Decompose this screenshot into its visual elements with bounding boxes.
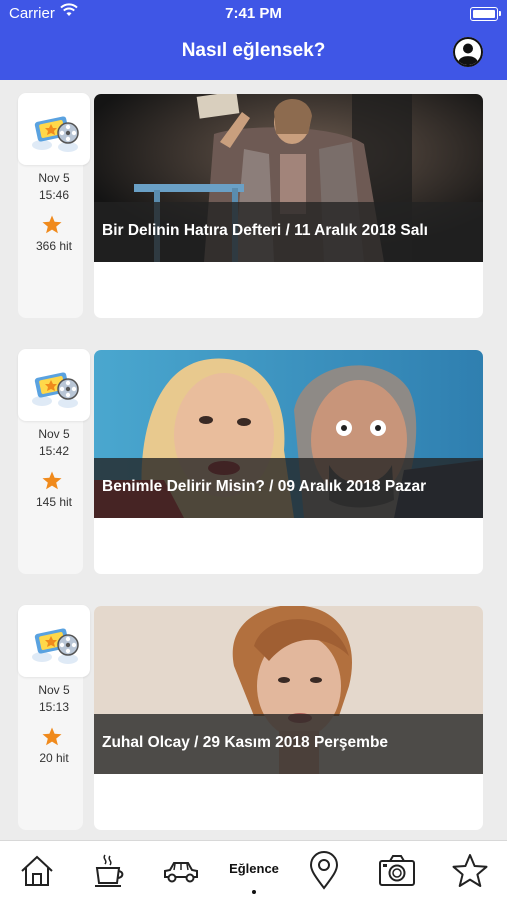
- event-meta: Nov 5 15:42 145 hit: [18, 349, 90, 574]
- star-icon: [42, 215, 62, 234]
- cinema-ticket-icon: [32, 116, 79, 152]
- top-bar: Carrier 7:41 PM Nasıl eğlensek?: [0, 0, 507, 80]
- event-meta: Nov 5 15:46 366 hit: [18, 93, 90, 318]
- hit-count: 20 hit: [39, 751, 69, 765]
- coffee-icon: [95, 854, 124, 887]
- event-title: Zuhal Olcay / 29 Kasım 2018 Perşembe: [102, 734, 389, 751]
- home-icon: [21, 855, 53, 886]
- event-date: Nov 5 15:13: [38, 683, 70, 714]
- star-icon: [452, 854, 488, 887]
- category-thumbnail: [18, 349, 90, 421]
- car-icon: [164, 862, 198, 883]
- hit-count: 145 hit: [35, 495, 73, 509]
- clock: 7:41 PM: [225, 5, 282, 22]
- star-icon: [42, 471, 62, 490]
- active-tab-indicator: [252, 890, 256, 894]
- event-card[interactable]: Nov 5 15:42 145 hit Benimle Delirir Misi…: [14, 349, 484, 576]
- bottom-tab-bar: Eğlence: [0, 840, 507, 901]
- event-content[interactable]: Benimle Delirir Misin? / 09 Aralık 2018 …: [94, 350, 483, 574]
- event-caption: Bir Delinin Hatıra Defteri / 11 Aralık 2…: [94, 202, 483, 262]
- battery-icon: [470, 7, 501, 21]
- tab-home[interactable]: [17, 851, 61, 891]
- event-content[interactable]: Zuhal Olcay / 29 Kasım 2018 Perşembe: [94, 606, 483, 830]
- profile-icon[interactable]: [453, 37, 483, 67]
- event-meta: Nov 5 15:13 20 hit: [18, 605, 90, 830]
- event-date: Nov 5 15:42: [38, 427, 70, 458]
- event-title: Bir Delinin Hatıra Defteri / 11 Aralık 2…: [102, 222, 428, 239]
- page-title: Nasıl eğlensek?: [181, 40, 326, 61]
- location-pin-icon: [309, 851, 339, 890]
- event-caption: Zuhal Olcay / 29 Kasım 2018 Perşembe: [94, 714, 483, 774]
- tab-transport[interactable]: [161, 851, 205, 891]
- event-caption: Benimle Delirir Misin? / 09 Aralık 2018 …: [94, 458, 483, 518]
- category-thumbnail: [18, 93, 90, 165]
- event-card[interactable]: Nov 5 15:46 366 hit Bir Delinin Hatıra D…: [14, 93, 484, 320]
- camera-icon: [379, 855, 415, 886]
- event-content[interactable]: Bir Delinin Hatıra Defteri / 11 Aralık 2…: [94, 94, 483, 318]
- event-card[interactable]: Nov 5 15:13 20 hit Zuhal Olcay / 29 Kası…: [14, 605, 484, 832]
- event-title: Benimle Delirir Misin? / 09 Aralık 2018 …: [102, 478, 427, 495]
- cinema-ticket-icon: [32, 628, 79, 664]
- status-bar: Carrier 7:41 PM: [0, 0, 507, 28]
- tab-cafe[interactable]: [89, 851, 133, 891]
- tab-places[interactable]: [304, 851, 348, 891]
- event-date: Nov 5 15:46: [38, 171, 70, 202]
- cinema-ticket-icon: [32, 372, 79, 408]
- category-thumbnail: [18, 605, 90, 677]
- hit-count: 366 hit: [35, 239, 73, 253]
- star-icon: [42, 727, 62, 746]
- tab-favorites[interactable]: [450, 851, 494, 891]
- tab-photos[interactable]: [377, 851, 421, 891]
- tab-eglence[interactable]: Eğlence: [220, 861, 288, 876]
